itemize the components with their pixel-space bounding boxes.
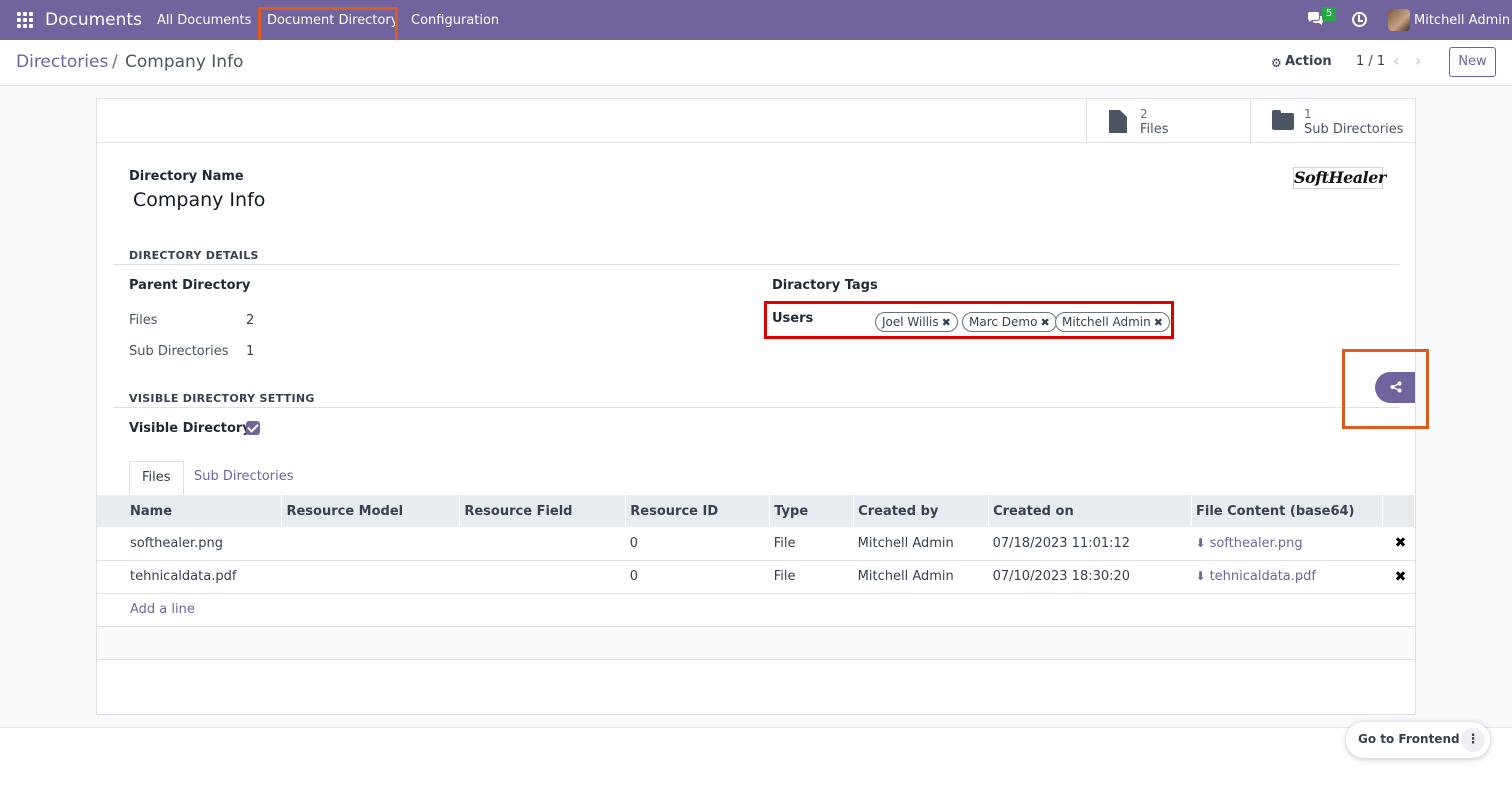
files-smart-button[interactable]: 2 Files	[1086, 99, 1250, 143]
cell-created-on[interactable]: 07/18/2023 11:01:12	[988, 527, 1192, 561]
parent-directory-label: Parent Directory	[129, 278, 251, 293]
highlight-box	[1342, 349, 1429, 429]
column-header[interactable]: Type	[769, 495, 855, 527]
column-header[interactable]: File Content (base64)	[1191, 495, 1383, 527]
cell-field[interactable]	[459, 527, 626, 561]
subdirectories-label: Sub Directories	[1304, 122, 1404, 137]
cell-res-id[interactable]: 0	[625, 527, 770, 561]
directory-name-field[interactable]: Company Info	[133, 189, 265, 211]
table-row[interactable]: tehnicaldata.pdf 0 File Mitchell Admin 0…	[97, 560, 1415, 594]
cell-field[interactable]	[459, 560, 626, 594]
directory-tags-label: Diractory Tags	[772, 278, 878, 293]
table-header-row: Name Resource Model Resource Field Resou…	[97, 495, 1416, 527]
folder-icon	[1272, 110, 1294, 130]
file-icon	[1109, 110, 1127, 133]
breadcrumb-separator: /	[112, 52, 118, 72]
cell-type[interactable]: File	[769, 527, 854, 561]
subdirectories-smart-button[interactable]: 1 Sub Directories	[1250, 99, 1415, 143]
download-icon[interactable]: ⬇	[1196, 536, 1206, 550]
cell-file-content[interactable]: ⬇ tehnicaldata.pdf	[1191, 560, 1383, 594]
activity-clock-icon[interactable]	[1352, 12, 1367, 27]
chat-icon[interactable]	[1307, 12, 1323, 26]
menu-all-documents[interactable]: All Documents	[157, 13, 251, 28]
divider	[114, 264, 1399, 265]
column-header[interactable]: Resource Model	[281, 495, 461, 527]
files-label: Files	[1140, 122, 1169, 137]
breadcrumb-current: Company Info	[125, 52, 244, 72]
directory-details-title: DIRECTORY DETAILS	[129, 249, 259, 262]
top-navbar: Documents All Documents Document Directo…	[0, 0, 1512, 44]
chevron-left-icon[interactable]: ‹	[1393, 51, 1399, 70]
breadcrumb-parent[interactable]: Directories	[16, 52, 108, 72]
files-field-label: Files	[129, 313, 158, 328]
app-brand[interactable]: Documents	[45, 10, 142, 30]
subdirectories-field-value: 1	[246, 344, 255, 359]
column-header[interactable]: Name	[97, 495, 283, 527]
user-tag-mitchell-admin[interactable]: Mitchell Admin ✖	[1055, 312, 1170, 332]
control-panel: Directories / Company Info ⚙ Action 1 / …	[0, 40, 1512, 86]
tag-remove-icon[interactable]: ✖	[1040, 316, 1049, 329]
tab-files[interactable]: Files	[129, 461, 184, 495]
pager-value[interactable]: 1 / 1	[1356, 54, 1385, 69]
cell-name[interactable]: tehnicaldata.pdf	[97, 560, 282, 594]
column-header	[1382, 495, 1416, 527]
files-count: 2	[1140, 107, 1148, 121]
form-sheet: 2 Files 1 Sub Directories Directory Name…	[96, 98, 1416, 715]
directory-name-label: Directory Name	[129, 169, 244, 184]
column-header[interactable]: Created on	[988, 495, 1192, 527]
gear-icon[interactable]: ⚙	[1271, 56, 1282, 70]
cell-name[interactable]: softhealer.png	[97, 527, 282, 561]
action-menu-button[interactable]: Action	[1285, 54, 1332, 69]
cell-res-id[interactable]: 0	[625, 560, 770, 594]
tab-sub-directories[interactable]: Sub Directories	[182, 461, 305, 495]
visible-directory-title: VISIBLE DIRECTORY SETTING	[129, 392, 315, 405]
tag-remove-icon[interactable]: ✖	[1154, 316, 1163, 329]
chevron-right-icon[interactable]: ›	[1415, 51, 1421, 70]
add-a-line-link[interactable]: Add a line	[130, 602, 195, 617]
visible-directory-label: Visible Directory	[129, 421, 251, 436]
apps-menu-icon[interactable]	[17, 12, 33, 28]
cell-created-on[interactable]: 07/10/2023 18:30:20	[988, 560, 1192, 594]
menu-configuration[interactable]: Configuration	[411, 13, 499, 28]
users-label: Users	[772, 311, 814, 326]
chat-count-badge: 5	[1322, 7, 1337, 21]
go-to-frontend-button[interactable]: Go to Frontend	[1358, 732, 1460, 746]
tag-remove-icon[interactable]: ✖	[942, 316, 951, 329]
button-box: 2 Files 1 Sub Directories	[97, 99, 1415, 143]
cell-created-by[interactable]: Mitchell Admin	[853, 560, 989, 594]
divider	[114, 407, 1399, 408]
files-table: Name Resource Model Resource Field Resou…	[97, 495, 1416, 660]
delete-row-icon[interactable]: ✖	[1382, 527, 1415, 561]
column-header[interactable]: Resource Field	[459, 495, 627, 527]
highlight-box	[258, 7, 398, 44]
cell-model[interactable]	[281, 527, 460, 561]
add-line-row: Add a line	[97, 593, 1415, 627]
avatar[interactable]	[1388, 9, 1410, 31]
subdirectories-field-label: Sub Directories	[129, 344, 229, 359]
column-header[interactable]: Resource ID	[625, 495, 771, 527]
user-tag-marc-demo[interactable]: Marc Demo ✖	[962, 312, 1057, 332]
new-button[interactable]: New	[1449, 47, 1496, 77]
delete-row-icon[interactable]: ✖	[1382, 560, 1415, 594]
table-row[interactable]: softhealer.png 0 File Mitchell Admin 07/…	[97, 527, 1415, 561]
visible-directory-checkbox[interactable]	[246, 421, 260, 435]
download-icon[interactable]: ⬇	[1196, 569, 1206, 583]
softhealer-logo[interactable]: SoftHealer	[1293, 167, 1386, 189]
cell-model[interactable]	[281, 560, 460, 594]
column-header[interactable]: Created by	[853, 495, 990, 527]
user-tag-joel-willis[interactable]: Joel Willis ✖	[875, 312, 958, 332]
user-menu[interactable]: Mitchell Admin	[1414, 13, 1510, 28]
more-options-icon[interactable]: ⋮	[1461, 728, 1485, 752]
files-field-value: 2	[246, 313, 255, 328]
subdirectories-count: 1	[1304, 107, 1312, 121]
empty-row	[97, 626, 1415, 660]
cell-created-by[interactable]: Mitchell Admin	[853, 527, 989, 561]
cell-type[interactable]: File	[769, 560, 854, 594]
cell-file-content[interactable]: ⬇ softhealer.png	[1191, 527, 1383, 561]
go-to-frontend-widget: Go to Frontend ⋮	[1346, 722, 1490, 758]
